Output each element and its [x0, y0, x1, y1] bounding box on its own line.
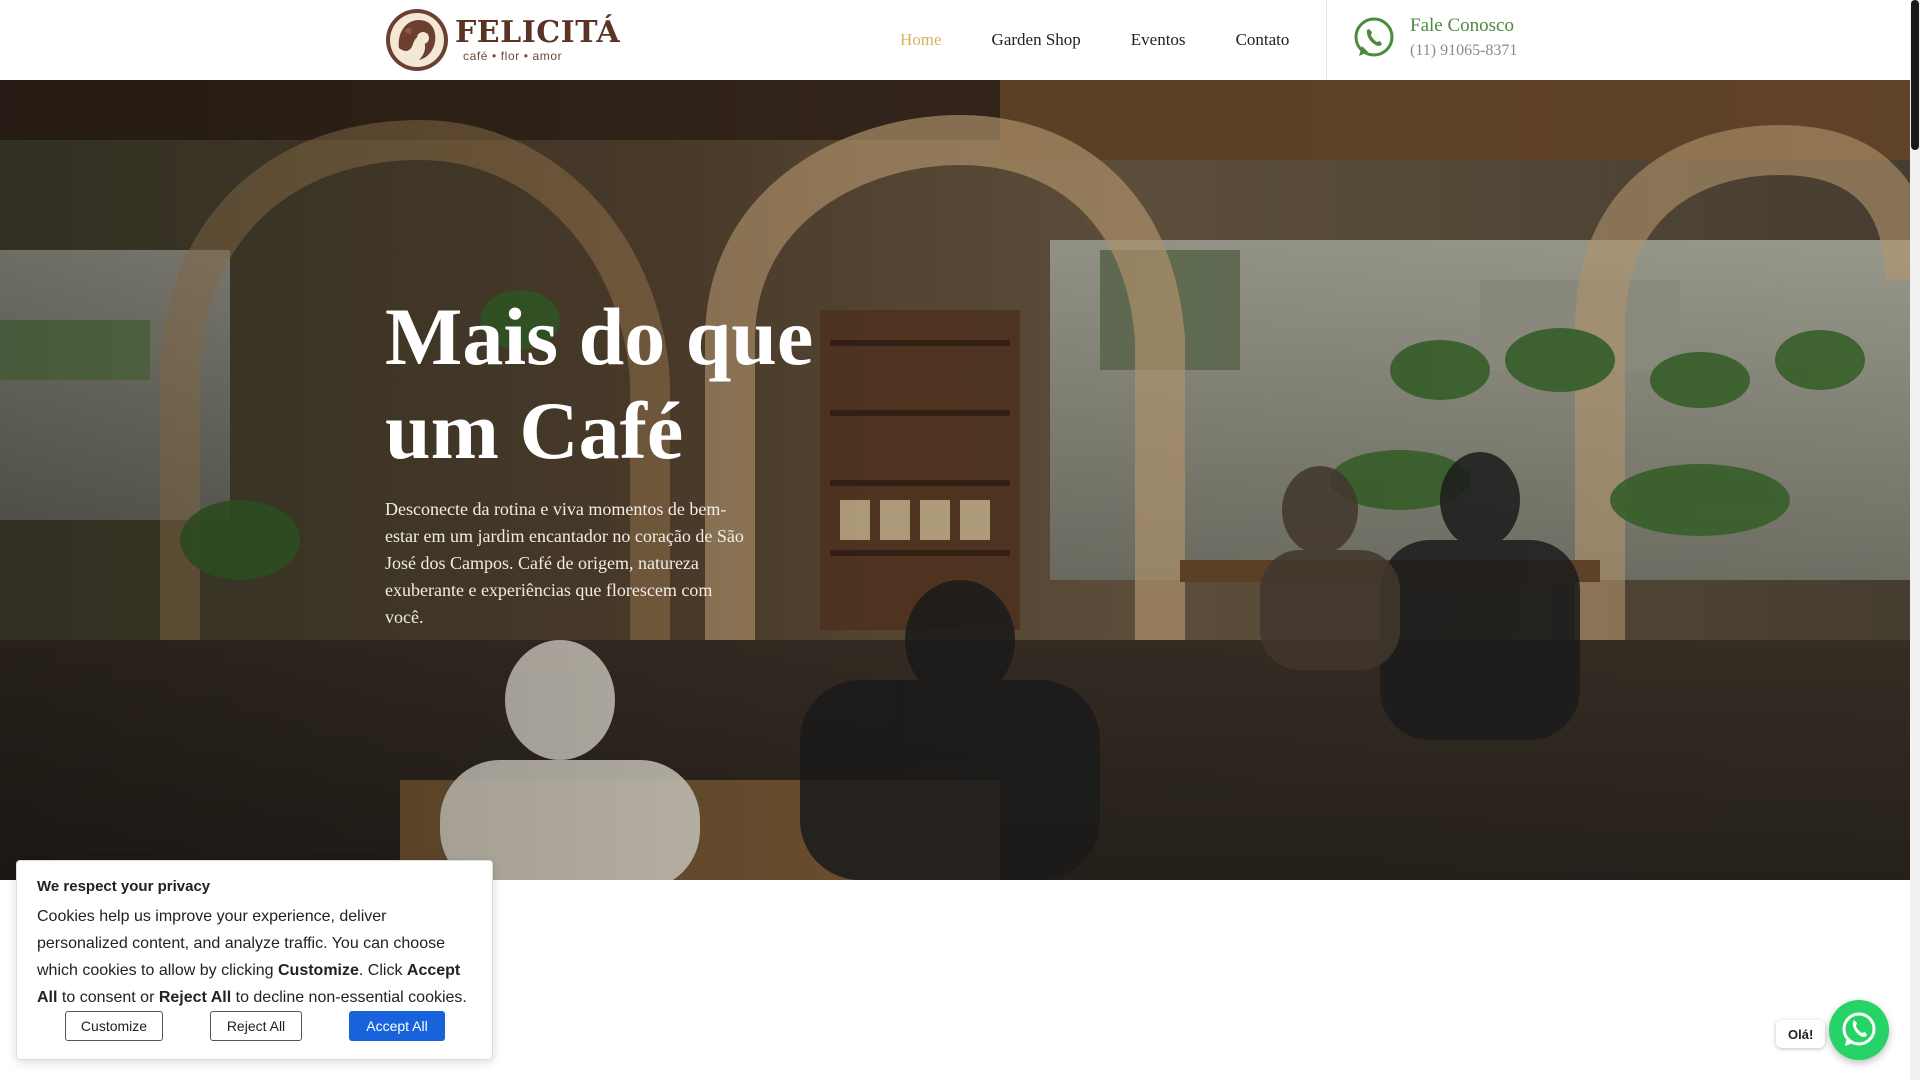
accept-all-button[interactable]: Accept All: [349, 1011, 445, 1041]
site-header: FELICITÁ café • flor • amor Home Garden …: [0, 0, 1910, 80]
main-nav: Home Garden Shop Eventos Contato: [900, 0, 1339, 80]
nav-eventos[interactable]: Eventos: [1131, 30, 1186, 50]
brand-tagline: café • flor • amor: [463, 49, 563, 63]
hero-title: Mais do que um Café: [385, 291, 814, 476]
nav-contato[interactable]: Contato: [1236, 30, 1290, 50]
contact-title: Fale Conosco: [1410, 15, 1514, 36]
brand-logo[interactable]: FELICITÁ café • flor • amor: [385, 8, 620, 72]
cookie-buttons: Customize Reject All Accept All: [65, 1011, 445, 1041]
hero-section: Mais do que um Café Desconecte da rotina…: [0, 80, 1910, 880]
scrollbar-thumb[interactable]: [1911, 0, 1919, 150]
whatsapp-greeting-bubble[interactable]: Olá!: [1776, 1020, 1826, 1048]
logo-emblem-icon: [386, 9, 448, 71]
customize-button[interactable]: Customize: [65, 1011, 163, 1041]
nav-home[interactable]: Home: [900, 30, 942, 50]
page-scrollbar[interactable]: [1910, 0, 1920, 1080]
cookie-description: Cookies help us improve your experience,…: [37, 908, 467, 1006]
header-divider: [1326, 0, 1327, 80]
nav-garden-shop[interactable]: Garden Shop: [992, 30, 1081, 50]
whatsapp-icon: [1354, 17, 1394, 57]
hero-subtitle: Desconecte da rotina e viva momentos de …: [385, 499, 744, 627]
reject-all-button[interactable]: Reject All: [210, 1011, 302, 1041]
cookie-title: We respect your privacy: [37, 878, 211, 895]
brand-name: FELICITÁ: [455, 15, 621, 50]
whatsapp-chat-button[interactable]: [1829, 1000, 1889, 1060]
whatsapp-chat-icon: [1842, 1012, 1876, 1046]
contact-phone[interactable]: (11) 91065-8371: [1410, 40, 1517, 62]
cookie-consent-popup: We respect your privacy Cookies help us …: [16, 860, 493, 1060]
hero-cafe-photo: [0, 80, 1910, 880]
contact-block[interactable]: Fale Conosco (11) 91065-8371: [1352, 14, 1517, 62]
